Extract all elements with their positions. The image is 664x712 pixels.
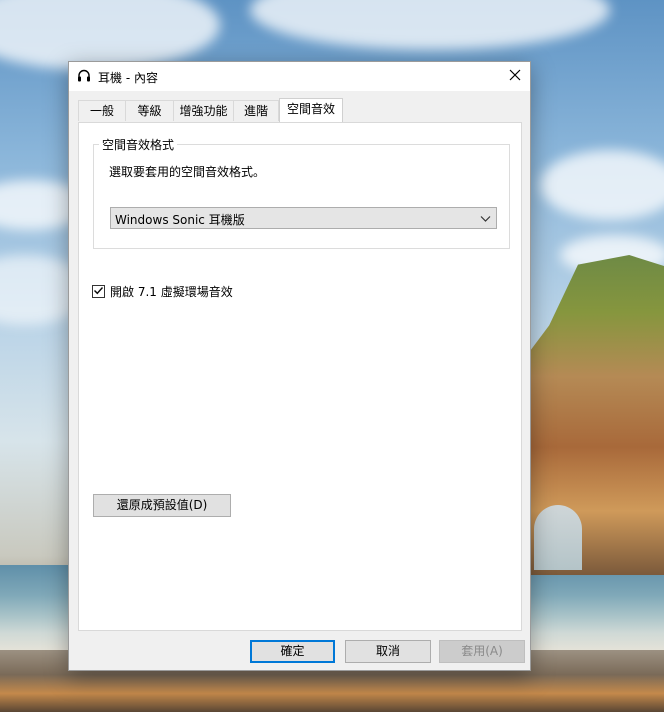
tab-general[interactable]: 一般 bbox=[78, 100, 126, 121]
restore-defaults-button[interactable]: 還原成預設值(D) bbox=[93, 494, 231, 517]
tab-enhancements[interactable]: 增強功能 bbox=[173, 100, 234, 121]
spatial-format-dropdown[interactable]: Windows Sonic 耳機版 bbox=[110, 207, 497, 229]
cancel-button[interactable]: 取消 bbox=[345, 640, 431, 663]
checkmark-icon bbox=[93, 285, 104, 299]
tab-panel-spatial-sound: 空間音效格式 選取要套用的空間音效格式。 Windows Sonic 耳機版 開… bbox=[78, 122, 522, 631]
close-icon bbox=[509, 69, 521, 84]
virtual-surround-option[interactable]: 開啟 7.1 虛擬環場音效 bbox=[92, 283, 233, 300]
close-button[interactable] bbox=[500, 62, 530, 91]
title-bar[interactable]: 耳機 - 內容 bbox=[69, 62, 530, 91]
virtual-surround-checkbox[interactable] bbox=[92, 285, 105, 298]
virtual-surround-label: 開啟 7.1 虛擬環場音效 bbox=[110, 285, 233, 299]
headphones-properties-dialog: 耳機 - 內容 一般 等級 增強功能 進階 空間音效 空間音效格式 選取要套用的… bbox=[68, 61, 531, 671]
tab-spatial-sound[interactable]: 空間音效 bbox=[279, 98, 343, 122]
group-title: 空間音效格式 bbox=[99, 136, 178, 153]
apply-button[interactable]: 套用(A) bbox=[439, 640, 525, 663]
chevron-down-icon bbox=[480, 213, 491, 224]
group-description: 選取要套用的空間音效格式。 bbox=[109, 165, 266, 179]
tab-advanced[interactable]: 進階 bbox=[233, 100, 279, 121]
window-title: 耳機 - 內容 bbox=[98, 71, 158, 85]
spatial-format-group: 空間音效格式 選取要套用的空間音效格式。 Windows Sonic 耳機版 bbox=[93, 136, 510, 249]
headphones-icon bbox=[77, 69, 91, 83]
dropdown-selected-value: Windows Sonic 耳機版 bbox=[115, 213, 245, 227]
tab-levels[interactable]: 等級 bbox=[125, 100, 174, 121]
ok-button[interactable]: 確定 bbox=[250, 640, 335, 663]
